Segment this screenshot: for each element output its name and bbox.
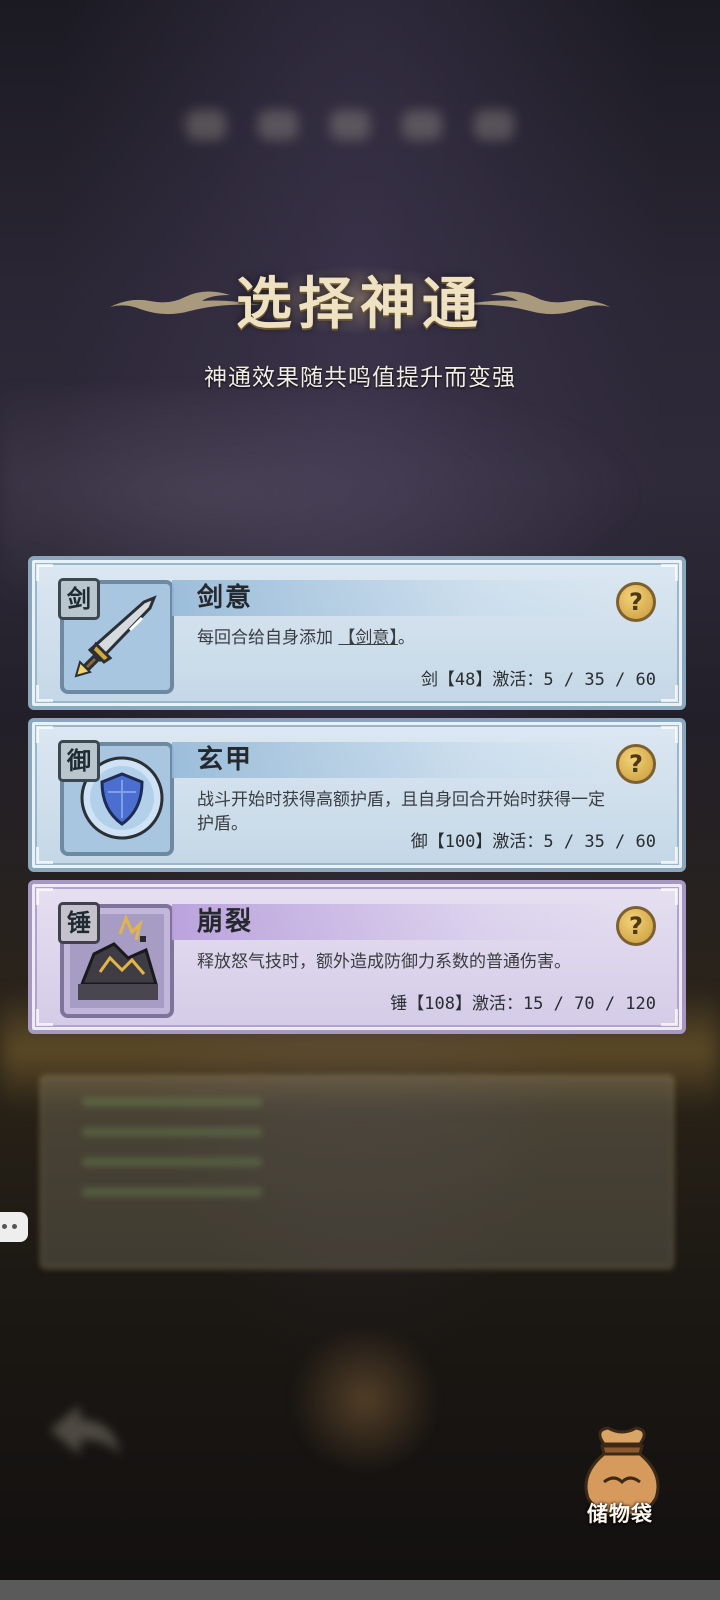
skill-name: 剑意 — [197, 583, 254, 613]
chat-dot — [2, 1224, 7, 1229]
card-corner — [661, 564, 678, 581]
background-blurred-stage-markers — [170, 110, 550, 160]
card-corner — [661, 685, 678, 702]
storage-bag-label[interactable]: 储物袋 — [560, 1498, 680, 1528]
skill-description: 每回合给自身添加 【剑意】。 — [197, 626, 617, 650]
skill-card-jianyi[interactable]: 剑 剑意 每回合给自身添加 【剑意】。 剑【48】激活：5 / 35 / 60 … — [28, 556, 686, 710]
skill-category-tag: 剑 — [58, 578, 100, 620]
card-corner — [661, 726, 678, 743]
activation-stat: 剑【48】激活：5 / 35 / 60 — [420, 670, 656, 690]
help-button[interactable]: ? — [616, 744, 656, 784]
skill-icon-frame: 锤 — [58, 902, 174, 1018]
description-text: 。 — [397, 628, 415, 648]
card-corner — [661, 1009, 678, 1026]
page-subtitle: 神通效果随共鸣值提升而变强 — [204, 365, 516, 391]
page-title: 选择神通 — [236, 271, 484, 337]
help-button[interactable]: ? — [616, 582, 656, 622]
card-corner — [661, 847, 678, 864]
chat-bubble-icon[interactable] — [0, 1212, 28, 1242]
skill-category-tag: 锤 — [58, 902, 100, 944]
help-button[interactable]: ? — [616, 906, 656, 946]
activation-stat: 锤【108】激活：15 / 70 / 120 — [390, 994, 656, 1014]
card-corner — [36, 847, 53, 864]
background-blurred-panel — [40, 1075, 674, 1269]
description-text: 每回合给自身添加 — [197, 628, 333, 648]
skill-icon-frame: 剑 — [58, 578, 174, 694]
card-corner — [36, 685, 53, 702]
skill-description: 释放怒气技时，额外造成防御力系数的普通伤害。 — [197, 952, 571, 972]
skill-name: 玄甲 — [197, 745, 254, 775]
card-corner — [36, 726, 53, 743]
background-blurred-orb — [285, 1330, 445, 1470]
title-banner: 选择神通 — [110, 255, 610, 345]
card-corner — [36, 1009, 53, 1026]
activation-stat: 御【100】激活：5 / 35 / 60 — [410, 832, 656, 852]
bottom-system-bar — [0, 1580, 720, 1600]
skill-category-tag: 御 — [58, 740, 100, 782]
skill-card-bengli[interactable]: 锤 崩裂 释放怒气技时，额外造成防御力系数的普通伤害。 锤【108】激活：15 … — [28, 880, 686, 1034]
skill-card-xuanjia[interactable]: 御 玄甲 战斗开始时获得高额护盾，且自身回合开始时获得一定护盾。 御【100】激… — [28, 718, 686, 872]
keyword-link[interactable]: 【剑意】 — [338, 628, 398, 648]
card-corner — [36, 564, 53, 581]
card-corner — [36, 888, 53, 905]
background-back-arrow-icon — [50, 1405, 120, 1455]
skill-icon-frame: 御 — [58, 740, 174, 856]
chat-dot — [12, 1224, 17, 1229]
card-corner — [661, 888, 678, 905]
skill-name: 崩裂 — [197, 907, 254, 937]
